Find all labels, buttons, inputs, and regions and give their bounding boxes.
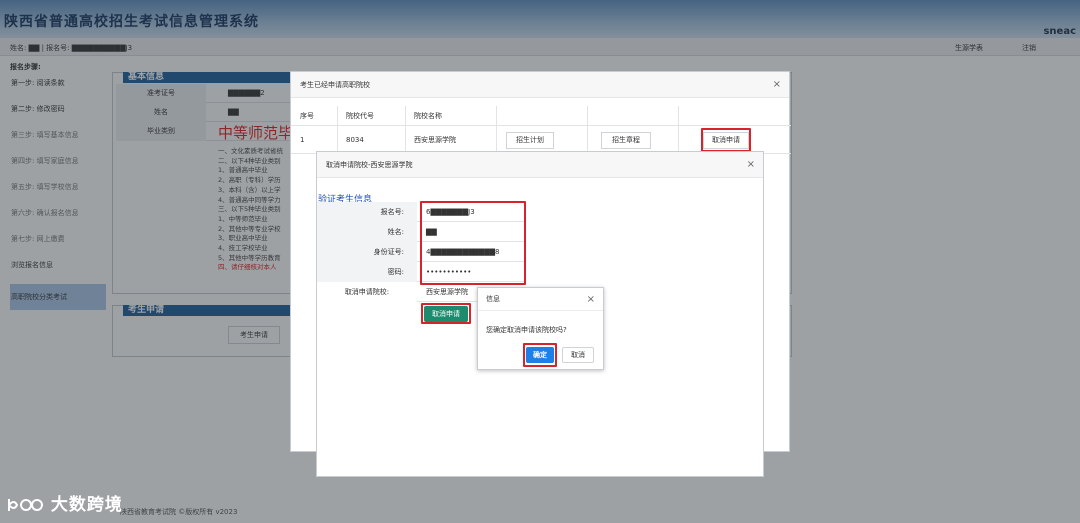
cancel-dialog-title: 取消申请院校-西安思源学院 xyxy=(326,161,413,169)
close-icon[interactable]: × xyxy=(587,288,595,311)
watermark-logo-icon xyxy=(8,499,43,511)
col-header-no: 序号 xyxy=(300,112,314,120)
col-header-code: 院校代号 xyxy=(346,112,374,120)
cancel-dialog-titlebar: 取消申请院校-西安思源学院 × xyxy=(317,152,763,178)
confirm-dialog: 信息 × 您确定取消申请该院校吗? 确定 取消 xyxy=(477,287,604,370)
row-code: 8034 xyxy=(346,136,364,144)
applied-dialog-title: 考生已经申请高职院校 xyxy=(300,81,370,89)
watermark: 大数跨境 xyxy=(6,490,123,515)
row-name: 西安思源学院 xyxy=(414,136,456,144)
close-icon[interactable]: × xyxy=(773,72,781,98)
highlight-box xyxy=(421,303,471,324)
school-value: 西安思源学院 xyxy=(426,288,468,296)
confirm-dialog-title: 信息 xyxy=(486,295,500,303)
field-label: 报名号: xyxy=(317,202,417,222)
confirm-dialog-titlebar: 信息 × xyxy=(478,288,603,311)
field-label: 密码: xyxy=(317,262,417,282)
watermark-text: 大数跨境 xyxy=(50,495,123,515)
col-header-name: 院校名称 xyxy=(414,112,442,120)
field-label: 姓名: xyxy=(317,222,417,242)
field-label: 身份证号: xyxy=(317,242,417,262)
highlight-box xyxy=(523,343,557,367)
row-no: 1 xyxy=(300,136,305,144)
close-icon[interactable]: × xyxy=(747,152,755,178)
highlight-box xyxy=(701,128,751,152)
cancel-button[interactable]: 取消 xyxy=(562,347,594,363)
highlight-box xyxy=(420,201,526,285)
school-label: 取消申请院校: xyxy=(317,282,417,302)
applied-dialog-titlebar: 考生已经申请高职院校 × xyxy=(291,72,789,98)
enrollment-plan-button[interactable]: 招生计划 xyxy=(506,132,554,149)
confirm-message: 您确定取消申请该院校吗? xyxy=(486,326,567,334)
enrollment-rules-button[interactable]: 招生章程 xyxy=(601,132,651,149)
applied-table-header: 序号 院校代号 院校名称 xyxy=(291,106,791,126)
